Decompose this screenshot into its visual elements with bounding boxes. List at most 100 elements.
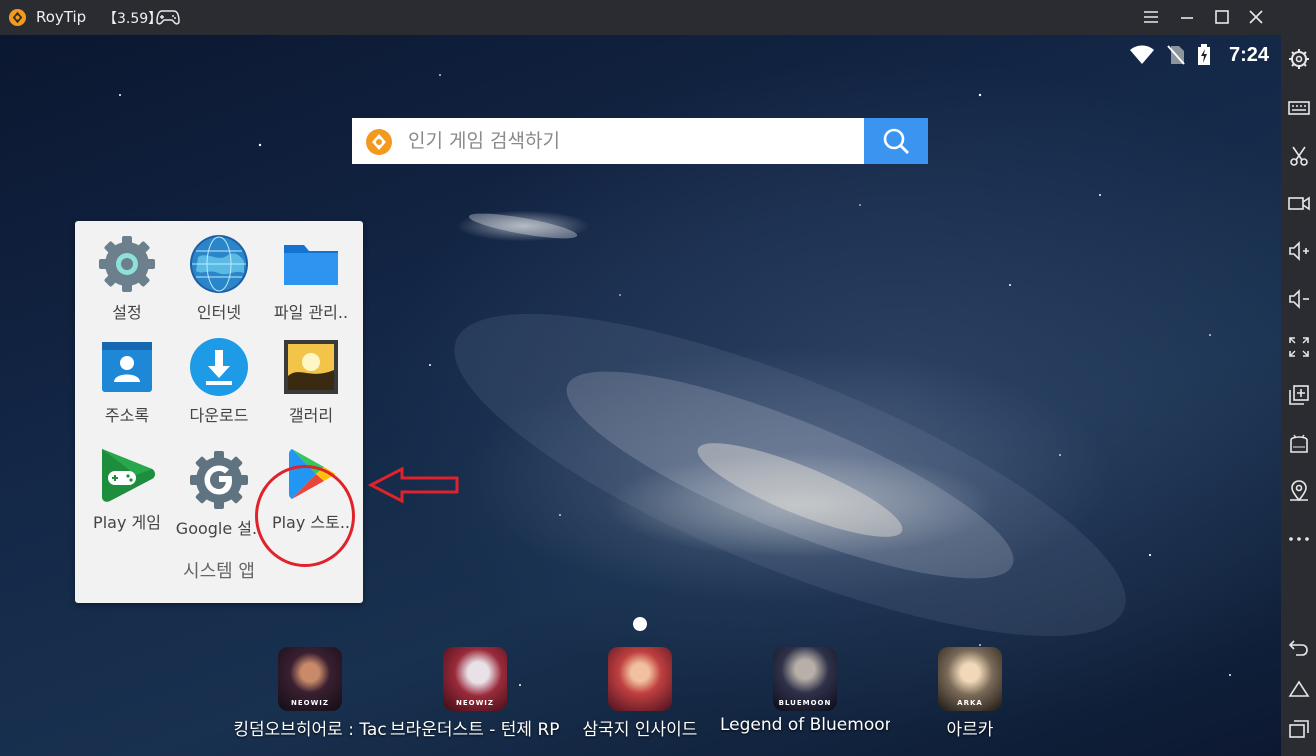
menu-icon	[1144, 11, 1158, 23]
annotation-arrow-icon	[368, 466, 459, 504]
search-icon	[883, 128, 909, 154]
search-input[interactable]	[408, 118, 858, 164]
dock-app-brown-dust[interactable]: NEOWIZ 브라운더스트 - 턴제 RPG	[390, 647, 560, 756]
android-status-bar: 7:24	[1129, 41, 1269, 69]
settings-icon	[1289, 49, 1309, 69]
volume-up-icon	[1289, 241, 1309, 261]
download-icon	[190, 338, 248, 396]
badge-text: NEOWIZ	[291, 699, 329, 707]
video-record-icon	[1288, 196, 1310, 211]
app-google-settings[interactable]: Google 설..	[173, 449, 263, 549]
badge-text: NEOWIZ	[456, 699, 494, 707]
scissors-icon	[1290, 146, 1308, 166]
app-version: 【3.59】	[103, 11, 163, 27]
close-button[interactable]	[1243, 5, 1269, 29]
folder-icon	[284, 245, 338, 285]
keyboard-icon	[1288, 101, 1310, 115]
game-search-bar[interactable]	[352, 118, 928, 164]
maximize-icon	[1215, 10, 1229, 24]
volume-up-button[interactable]	[1286, 238, 1312, 264]
game-icon: NEOWIZ	[278, 647, 342, 711]
android-screen[interactable]: 7:24 인기 게임 검색하기 설정 인터넷 파일 관리.. 주소록 다운로드 …	[0, 35, 1281, 756]
volume-down-icon	[1289, 289, 1309, 309]
game-icon: BLUEMOON	[773, 647, 837, 711]
keyboard-button[interactable]	[1286, 95, 1312, 121]
home-icon	[1288, 680, 1310, 697]
gallery-icon	[284, 340, 338, 394]
right-toolbar	[1281, 0, 1316, 756]
game-icon: NEOWIZ	[443, 647, 507, 711]
app-download[interactable]: 다운로드	[173, 336, 263, 436]
title-bar: RoyTip 【3.59】	[0, 0, 1316, 35]
app-label: Google 설..	[175, 519, 263, 538]
app-gallery[interactable]: 갤러리	[265, 336, 355, 436]
recent-apps-icon	[1289, 720, 1309, 738]
emulator-window: RoyTip 【3.59】 7:24 인기 게임 검색하기 설정 인터넷 파일 …	[0, 0, 1316, 756]
app-label: 설정	[112, 303, 142, 322]
record-button[interactable]	[1286, 190, 1312, 216]
home-button[interactable]	[1286, 676, 1312, 702]
app-settings[interactable]: 설정	[81, 233, 171, 333]
fullscreen-icon	[1289, 337, 1309, 357]
contacts-icon	[102, 342, 152, 392]
wifi-icon	[1129, 45, 1154, 64]
gamepad-icon[interactable]	[156, 9, 180, 26]
app-file-manager[interactable]: 파일 관리..	[265, 233, 355, 333]
close-icon	[1249, 10, 1263, 24]
screenshot-button[interactable]	[1286, 143, 1312, 169]
roytip-logo-icon	[8, 8, 27, 27]
app-internet[interactable]: 인터넷	[173, 233, 263, 333]
app-label: 인터넷	[196, 303, 242, 322]
back-icon	[1288, 640, 1308, 656]
app-label: Play 게임	[93, 513, 161, 532]
app-contacts[interactable]: 주소록	[81, 336, 171, 436]
app-label: 다운로드	[189, 406, 249, 425]
app-label: 갤러리	[288, 406, 334, 425]
dock-app-arka[interactable]: ARKA 아르카	[885, 647, 1055, 756]
search-button[interactable]	[864, 118, 928, 164]
roytip-search-logo-icon	[366, 129, 392, 155]
app-label: 주소록	[104, 406, 150, 425]
settings-gear-icon	[99, 236, 155, 292]
menu-button[interactable]	[1138, 5, 1164, 29]
settings-button[interactable]	[1286, 46, 1312, 72]
no-sim-icon	[1167, 45, 1185, 65]
badge-text: BLUEMOON	[778, 699, 832, 707]
status-clock: 7:24	[1228, 43, 1269, 66]
location-icon	[1290, 480, 1308, 502]
dock-app-legend-of-bluemoon[interactable]: BLUEMOON Legend of Bluemoon	[720, 647, 890, 756]
apk-install-button[interactable]	[1286, 430, 1312, 456]
dock-app-label: Legend of Bluemoon	[720, 715, 890, 735]
more-icon	[1289, 537, 1309, 541]
minimize-icon	[1181, 17, 1193, 19]
multi-instance-icon	[1289, 385, 1309, 405]
maximize-button[interactable]	[1209, 5, 1235, 29]
google-settings-icon	[190, 451, 248, 509]
app-title: RoyTip	[36, 8, 87, 26]
game-icon: ARKA	[938, 647, 1002, 711]
back-button[interactable]	[1286, 634, 1312, 660]
dock-app-label: 브라운더스트 - 턴제 RPG	[390, 720, 560, 740]
app-play-games[interactable]: Play 게임	[81, 443, 171, 543]
app-label: 파일 관리..	[273, 303, 349, 322]
dock-app-label: 삼국지 인사이드	[582, 720, 698, 740]
minimize-button[interactable]	[1174, 5, 1200, 29]
game-icon	[608, 647, 672, 711]
more-button[interactable]	[1286, 526, 1312, 552]
globe-icon	[190, 235, 248, 293]
dock-app-three-kingdoms-inside[interactable]: 삼국지 인사이드	[555, 647, 725, 756]
location-button[interactable]	[1286, 478, 1312, 504]
fullscreen-button[interactable]	[1286, 334, 1312, 360]
dock-app-label: 킹덤오브히어로 : Tac	[233, 720, 387, 740]
annotation-circle	[255, 465, 355, 567]
apk-install-icon	[1290, 434, 1308, 453]
play-games-icon	[102, 449, 155, 502]
multi-instance-button[interactable]	[1286, 382, 1312, 408]
dock-app-kingdom-of-heroes[interactable]: NEOWIZ 킹덤오브히어로 : Tac	[225, 647, 395, 756]
dock-app-label: 아르카	[946, 720, 994, 740]
volume-down-button[interactable]	[1286, 286, 1312, 312]
badge-text: ARKA	[957, 699, 983, 707]
battery-charging-icon	[1197, 44, 1210, 65]
page-indicator-dot[interactable]	[633, 617, 647, 631]
recent-apps-button[interactable]	[1286, 716, 1312, 742]
